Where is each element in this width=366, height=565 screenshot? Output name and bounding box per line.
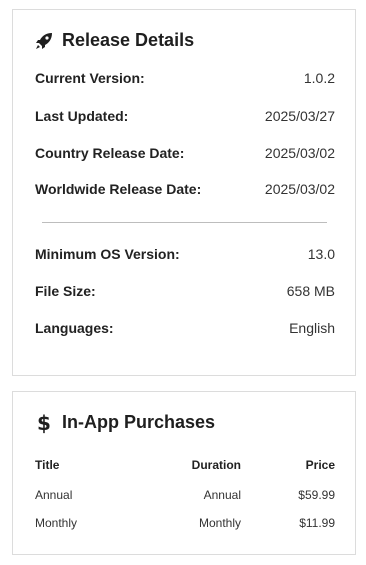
release-details-title: Release Details bbox=[62, 30, 195, 50]
dollar-icon: $ bbox=[37, 410, 51, 435]
worldwide-release-date-label: Worldwide Release Date: bbox=[35, 181, 202, 197]
iap-header-title: Title bbox=[35, 458, 60, 472]
file-size-value: 658 MB bbox=[286, 283, 335, 299]
row-country-release-date: Country Release Date: 2025/03/02 bbox=[35, 143, 335, 163]
worldwide-release-date-value: 2025/03/02 bbox=[264, 181, 335, 197]
file-size-label: File Size: bbox=[35, 283, 96, 299]
iap-header-price: Price bbox=[305, 458, 335, 472]
row-last-updated: Last Updated: 2025/03/27 bbox=[35, 106, 335, 126]
iap-item-title: Monthly bbox=[35, 516, 78, 530]
row-languages: Languages: English bbox=[35, 318, 335, 338]
iap-item-duration: Annual bbox=[203, 488, 241, 502]
row-file-size: File Size: 658 MB bbox=[35, 281, 335, 301]
iap-item-price: $11.99 bbox=[299, 516, 335, 530]
current-version-value: 1.0.2 bbox=[303, 70, 335, 86]
country-release-date-value: 2025/03/02 bbox=[264, 145, 335, 161]
in-app-purchases-header: $ In-App Purchases bbox=[34, 412, 215, 433]
release-details-header: Release Details bbox=[34, 30, 194, 51]
rocket-icon bbox=[34, 31, 54, 51]
current-version-label: Current Version: bbox=[35, 70, 145, 86]
last-updated-value: 2025/03/27 bbox=[264, 108, 335, 124]
row-worldwide-release-date: Worldwide Release Date: 2025/03/02 bbox=[35, 179, 335, 199]
row-current-version: Current Version: 1.0.2 bbox=[35, 68, 335, 88]
iap-table-header: Title Duration Price bbox=[35, 456, 335, 474]
languages-label: Languages: bbox=[35, 320, 114, 336]
minimum-os-label: Minimum OS Version: bbox=[35, 246, 180, 262]
country-release-date-label: Country Release Date: bbox=[35, 145, 185, 161]
languages-value: English bbox=[289, 320, 335, 336]
row-minimum-os: Minimum OS Version: 13.0 bbox=[35, 244, 335, 264]
last-updated-label: Last Updated: bbox=[35, 108, 129, 124]
table-row: Monthly Monthly $11.99 bbox=[35, 514, 335, 532]
iap-item-duration: Monthly bbox=[198, 516, 241, 530]
table-row: Annual Annual $59.99 bbox=[35, 486, 335, 504]
section-divider bbox=[42, 222, 327, 223]
in-app-purchases-title: In-App Purchases bbox=[62, 412, 216, 432]
iap-item-price: $59.99 bbox=[298, 488, 335, 502]
minimum-os-value: 13.0 bbox=[307, 246, 335, 262]
iap-item-title: Annual bbox=[35, 488, 73, 502]
iap-header-duration: Duration bbox=[191, 458, 241, 472]
